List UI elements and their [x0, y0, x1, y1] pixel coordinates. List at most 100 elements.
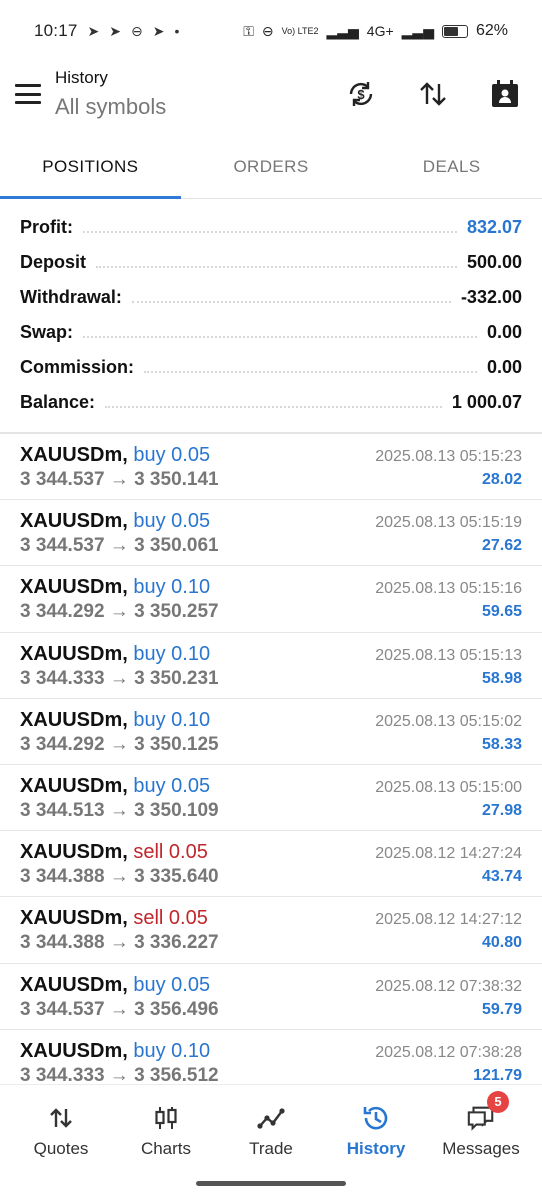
app-bar: History All symbols $ — [0, 62, 542, 144]
battery-icon — [441, 24, 468, 38]
symbol-selector[interactable]: History All symbols — [55, 68, 166, 120]
dotted-leader — [96, 265, 457, 268]
dotted-leader — [105, 405, 442, 408]
battery-percent: 62% — [475, 22, 508, 39]
row-time: 2025.08.13 05:15:23 — [375, 448, 522, 465]
row-price: 3 344.292 → 3 350.257 — [20, 601, 219, 623]
nav-label: Quotes — [33, 1139, 89, 1158]
row-direction: buy 0.10 — [133, 642, 211, 665]
row-symbol: XAUUSDm, — [20, 444, 128, 466]
summary-row-profit: Profit: 832.07 — [0, 210, 542, 245]
row-profit: 28.02 — [481, 471, 522, 488]
list-item[interactable]: XAUUSDm, buy 0.05 3 344.537 → 3 356.496 … — [0, 964, 542, 1030]
list-item[interactable]: XAUUSDm, sell 0.05 3 344.388 → 3 336.227… — [0, 897, 542, 964]
summary-value: 500.00 — [466, 252, 522, 272]
row-profit: 121.79 — [473, 1066, 522, 1084]
telegram-icon: ➤ — [109, 22, 122, 39]
row-price: 3 344.333 → 3 356.512 — [20, 1064, 219, 1084]
row-time: 2025.08.13 05:15:13 — [375, 646, 522, 664]
row-time: 2025.08.12 07:38:32 — [375, 977, 522, 995]
bottom-navigation: Quotes Charts Trade History 5 Messages — [0, 1084, 542, 1200]
row-symbol: XAUUSDm, — [20, 576, 128, 599]
svg-text:$: $ — [357, 87, 365, 102]
row-symbol: XAUUSDm, — [20, 1039, 128, 1062]
row-time: 2025.08.12 14:27:12 — [375, 911, 522, 929]
positions-list: XAUUSDm, buy 0.05 3 344.537 → 3 350.141 … — [0, 434, 542, 1084]
row-price: 3 344.388 → 3 335.640 — [20, 866, 219, 888]
dotted-leader — [144, 370, 477, 373]
nav-charts[interactable]: Charts — [112, 1085, 220, 1175]
row-time: 2025.08.12 07:38:28 — [375, 1043, 522, 1061]
row-price: 3 344.292 → 3 350.125 — [20, 733, 219, 755]
list-item[interactable]: XAUUSDm, buy 0.10 3 344.333 → 3 356.512 … — [0, 1030, 542, 1084]
row-profit: 58.98 — [481, 669, 522, 687]
history-tabs: POSITIONS ORDERS DEALS — [0, 144, 542, 199]
nav-label: Charts — [140, 1139, 192, 1158]
dotted-leader — [83, 230, 457, 233]
dotted-leader — [83, 335, 477, 338]
summary-label: Swap: — [20, 322, 74, 342]
telegram-icon: ➤ — [87, 22, 100, 39]
trade-icon — [256, 1103, 286, 1133]
list-item[interactable]: XAUUSDm, buy 0.05 3 344.513 → 3 350.109 … — [0, 765, 542, 832]
row-direction: buy 0.05 — [133, 973, 211, 996]
nav-trade[interactable]: Trade — [217, 1085, 325, 1175]
row-symbol: XAUUSDm, — [20, 510, 128, 533]
telegram-icon: ➤ — [152, 22, 165, 39]
row-direction: buy 0.10 — [133, 1039, 211, 1062]
row-profit: 27.62 — [481, 537, 522, 555]
row-time: 2025.08.13 05:15:19 — [375, 514, 522, 532]
row-direction: sell 0.05 — [133, 907, 208, 930]
list-item[interactable]: XAUUSDm, buy 0.10 3 344.292 → 3 350.257 … — [0, 566, 542, 633]
row-direction: sell 0.05 — [133, 841, 208, 864]
tab-orders[interactable]: ORDERS — [181, 144, 362, 198]
summary-row-commission: Commission: 0.00 — [0, 350, 542, 385]
tab-deals[interactable]: DEALS — [361, 144, 542, 198]
summary-value: -332.00 — [460, 287, 522, 307]
row-price: 3 344.537 → 3 350.061 — [20, 535, 219, 557]
summary-row-withdrawal: Withdrawal: -332.00 — [0, 280, 542, 315]
row-price: 3 344.537 → 3 350.141 — [20, 469, 219, 490]
signal-icon: ▂▃▅ — [401, 22, 434, 39]
charts-icon — [151, 1103, 181, 1133]
list-item[interactable]: XAUUSDm, buy 0.10 3 344.292 → 3 350.125 … — [0, 699, 542, 765]
row-direction: buy 0.05 — [133, 510, 211, 533]
app-icon: ⊖ — [131, 22, 143, 39]
home-indicator[interactable] — [196, 1181, 346, 1186]
list-item[interactable]: XAUUSDm, buy 0.10 3 344.333 → 3 350.231 … — [0, 633, 542, 699]
key-icon: ⚿ — [243, 22, 254, 39]
summary-section: Profit: 832.07 Deposit 500.00 Withdrawal… — [0, 210, 542, 420]
menu-icon[interactable] — [15, 84, 41, 104]
row-symbol: XAUUSDm, — [20, 907, 128, 930]
row-time: 2025.08.13 05:15:00 — [375, 778, 522, 796]
summary-value: 0.00 — [486, 322, 522, 342]
row-profit: 58.33 — [481, 735, 522, 753]
nav-history[interactable]: History — [322, 1085, 430, 1175]
row-direction: buy 0.05 — [133, 774, 211, 797]
row-direction: buy 0.05 — [133, 444, 211, 466]
summary-label: Balance: — [20, 392, 96, 412]
sort-icon[interactable] — [415, 76, 451, 112]
history-icon — [361, 1103, 391, 1133]
summary-value: 1 000.07 — [451, 392, 522, 412]
summary-row-deposit: Deposit 500.00 — [0, 245, 542, 280]
row-direction: buy 0.10 — [133, 576, 211, 599]
summary-row-swap: Swap: 0.00 — [0, 315, 542, 350]
page-subtitle: All symbols — [55, 94, 167, 119]
tab-positions[interactable]: POSITIONS — [0, 144, 181, 199]
calendar-icon[interactable] — [487, 76, 523, 112]
summary-value: 0.00 — [486, 357, 522, 377]
row-symbol: XAUUSDm, — [20, 774, 128, 797]
summary-label: Withdrawal: — [20, 287, 122, 307]
list-item[interactable]: XAUUSDm, buy 0.05 3 344.537 → 3 350.061 … — [0, 500, 542, 567]
nav-messages[interactable]: 5 Messages — [427, 1085, 535, 1175]
nav-quotes[interactable]: Quotes — [7, 1085, 115, 1175]
row-symbol: XAUUSDm, — [20, 841, 128, 864]
row-price: 3 344.513 → 3 350.109 — [20, 799, 219, 821]
list-item[interactable]: XAUUSDm, buy 0.05 3 344.537 → 3 350.141 … — [0, 434, 542, 501]
row-symbol: XAUUSDm, — [20, 708, 128, 731]
row-time: 2025.08.12 14:27:24 — [375, 845, 522, 863]
list-item[interactable]: XAUUSDm, sell 0.05 3 344.388 → 3 335.640… — [0, 831, 542, 898]
currency-refresh-icon[interactable]: $ — [343, 76, 379, 112]
summary-label: Commission: — [20, 357, 135, 377]
